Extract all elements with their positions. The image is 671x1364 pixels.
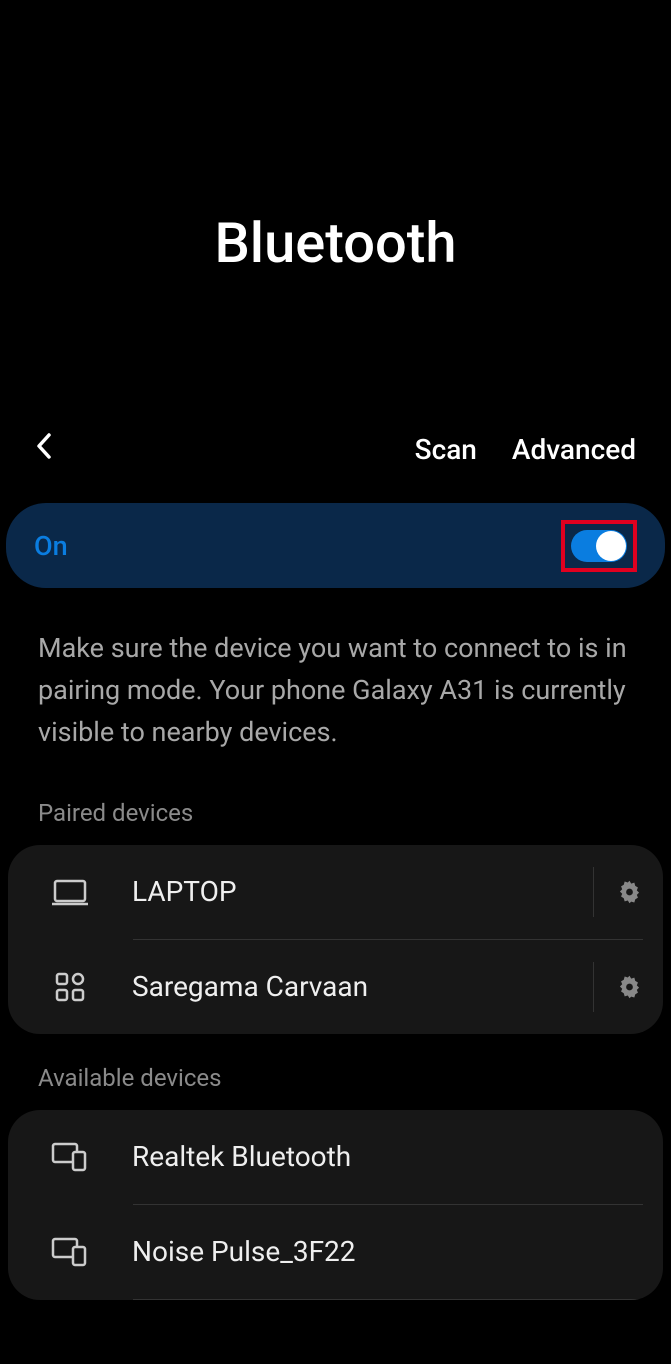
device-row[interactable]: LAPTOP — [8, 845, 663, 939]
grid-icon — [50, 967, 90, 1007]
device-name-label: Noise Pulse_3F22 — [132, 1235, 643, 1268]
action-bar: Scan Advanced — [0, 431, 671, 468]
paired-devices-header: Paired devices — [0, 799, 671, 845]
device-row[interactable]: Saregama Carvaan — [8, 940, 663, 1034]
toggle-label: On — [34, 530, 561, 562]
laptop-icon — [50, 872, 90, 912]
bluetooth-toggle-switch[interactable] — [571, 530, 627, 562]
device-name-label: Saregama Carvaan — [132, 970, 593, 1003]
bluetooth-toggle-card[interactable]: On — [6, 503, 665, 588]
visibility-description: Make sure the device you want to connect… — [0, 588, 671, 799]
divider — [133, 1299, 643, 1300]
toggle-knob — [596, 531, 626, 561]
device-name-label: LAPTOP — [132, 875, 593, 908]
devices-icon — [50, 1137, 90, 1177]
gear-icon — [616, 973, 643, 1001]
device-settings-button[interactable] — [593, 962, 643, 1012]
device-row[interactable]: Noise Pulse_3F22 — [8, 1205, 663, 1299]
available-devices-card: Realtek Bluetooth Noise Pulse_3F22 — [8, 1110, 663, 1300]
chevron-left-icon — [35, 431, 53, 461]
device-name-label: Realtek Bluetooth — [132, 1140, 643, 1173]
scan-button[interactable]: Scan — [415, 433, 477, 466]
available-devices-header: Available devices — [0, 1064, 671, 1110]
device-row[interactable]: Realtek Bluetooth — [8, 1110, 663, 1204]
advanced-button[interactable]: Advanced — [512, 433, 636, 466]
paired-devices-card: LAPTOP Saregama Carvaan — [8, 845, 663, 1034]
page-title: Bluetooth — [0, 0, 671, 431]
gear-icon — [616, 878, 643, 906]
toggle-highlight — [561, 520, 637, 572]
back-button[interactable] — [35, 431, 53, 468]
device-settings-button[interactable] — [593, 867, 643, 917]
devices-icon — [50, 1232, 90, 1272]
